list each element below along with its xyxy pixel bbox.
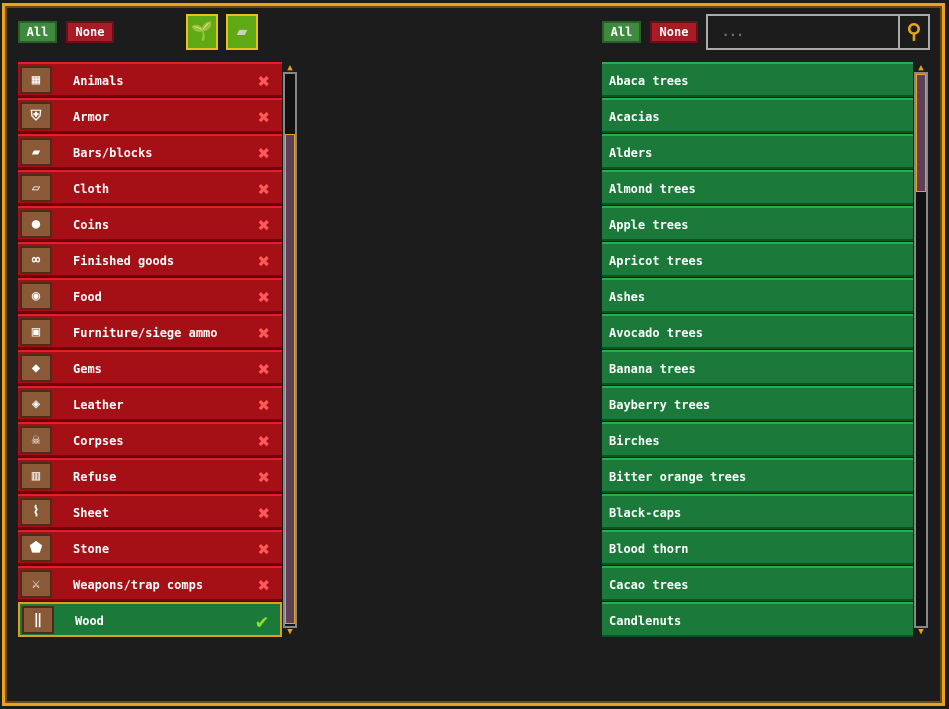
bar-icon: ▰	[20, 138, 52, 166]
category-row[interactable]: ◆ Gems ✖	[18, 350, 282, 385]
tree-row[interactable]: Birches	[602, 422, 913, 457]
category-row[interactable]: ◈ Leather ✖	[18, 386, 282, 421]
tree-row[interactable]: Apple trees	[602, 206, 913, 241]
category-label: Finished goods	[73, 254, 175, 268]
category-row[interactable]: ∞ Finished goods ✖	[18, 242, 282, 277]
skull-icon: ☠	[20, 426, 52, 454]
category-row[interactable]: ◉ Food ✖	[18, 278, 282, 313]
category-row[interactable]: ⚔ Weapons/trap comps ✖	[18, 566, 282, 601]
tree-row[interactable]: Alders	[602, 134, 913, 169]
category-label: Leather	[73, 398, 124, 412]
tree-row[interactable]: Bitter orange trees	[602, 458, 913, 493]
search-box: ⚲	[706, 14, 930, 50]
furniture-icon: ▣	[20, 318, 52, 346]
category-label: Refuse	[73, 470, 117, 484]
category-row[interactable]: ▣ Furniture/siege ammo ✖	[18, 314, 282, 349]
cross-icon[interactable]: ✖	[258, 388, 270, 422]
cross-icon[interactable]: ✖	[258, 316, 270, 350]
category-label: Wood	[75, 614, 104, 628]
category-label: Weapons/trap comps	[73, 578, 204, 592]
right-scroll-up-arrow-icon[interactable]: ▲	[914, 64, 928, 73]
category-row[interactable]: ⛨ Armor ✖	[18, 98, 282, 133]
left-scrollbar[interactable]	[283, 72, 297, 628]
category-label: Stone	[73, 542, 110, 556]
trash-icon: ▥	[20, 462, 52, 490]
logs-icon: ‖	[22, 606, 54, 634]
category-row[interactable]: ▰ Bars/blocks ✖	[18, 134, 282, 169]
tool-sapling-button[interactable]: 🌱	[186, 14, 218, 50]
cross-icon[interactable]: ✖	[258, 100, 270, 134]
tree-row[interactable]: Blood thorn	[602, 530, 913, 565]
cage-icon: ▦	[20, 66, 52, 94]
category-label: Corpses	[73, 434, 124, 448]
checkmark-icon[interactable]: ✔	[256, 604, 268, 638]
category-label: Coins	[73, 218, 110, 232]
right-none-button[interactable]: None	[650, 21, 698, 43]
category-row[interactable]: ⌇ Sheet ✖	[18, 494, 282, 529]
tree-row[interactable]: Bayberry trees	[602, 386, 913, 421]
cross-icon[interactable]: ✖	[258, 280, 270, 314]
cross-icon[interactable]: ✖	[258, 64, 270, 98]
tree-row[interactable]: Candlenuts	[602, 602, 913, 637]
category-row[interactable]: ▱ Cloth ✖	[18, 170, 282, 205]
food-icon: ◉	[20, 282, 52, 310]
sapling-icon: 🌱	[190, 21, 214, 42]
tree-row[interactable]: Abaca trees	[602, 62, 913, 97]
cross-icon[interactable]: ✖	[258, 352, 270, 386]
tree-row[interactable]: Ashes	[602, 278, 913, 313]
tree-row[interactable]: Black-caps	[602, 494, 913, 529]
armor-icon: ⛨	[20, 102, 52, 130]
metal-bar-icon: ▰	[236, 21, 248, 42]
stone-icon: ⬟	[20, 534, 52, 562]
scroll-down-arrow-icon[interactable]: ▼	[283, 628, 297, 637]
tool-metal-bar-button[interactable]: ▰	[226, 14, 258, 50]
scroll-up-arrow-icon[interactable]: ▲	[283, 64, 297, 73]
category-row[interactable]: ‖ Wood ✔	[18, 602, 282, 637]
right-scrollbar-thumb[interactable]	[916, 74, 926, 192]
category-row[interactable]: ⬟ Stone ✖	[18, 530, 282, 565]
magnifier-icon[interactable]: ⚲	[898, 16, 928, 48]
cross-icon[interactable]: ✖	[258, 172, 270, 206]
right-all-button[interactable]: All	[602, 21, 641, 43]
tree-row[interactable]: Banana trees	[602, 350, 913, 385]
category-label: Animals	[73, 74, 124, 88]
left-none-button[interactable]: None	[66, 21, 114, 43]
cross-icon[interactable]: ✖	[258, 568, 270, 602]
category-label: Gems	[73, 362, 102, 376]
tree-row[interactable]: Avocado trees	[602, 314, 913, 349]
sword-icon: ⚔	[20, 570, 52, 598]
category-label: Food	[73, 290, 102, 304]
gem-icon: ◆	[20, 354, 52, 382]
tree-row[interactable]: Cacao trees	[602, 566, 913, 601]
cross-icon[interactable]: ✖	[258, 244, 270, 278]
cross-icon[interactable]: ✖	[258, 496, 270, 530]
coins-icon: ●	[20, 210, 52, 238]
cloth-icon: ▱	[20, 174, 52, 202]
cross-icon[interactable]: ✖	[258, 424, 270, 458]
cross-icon[interactable]: ✖	[258, 136, 270, 170]
cross-icon[interactable]: ✖	[258, 208, 270, 242]
left-scrollbar-thumb[interactable]	[285, 134, 295, 624]
tree-row[interactable]: Acacias	[602, 98, 913, 133]
right-scroll-down-arrow-icon[interactable]: ▼	[914, 628, 928, 637]
search-input[interactable]	[722, 25, 892, 39]
tree-row[interactable]: Apricot trees	[602, 242, 913, 277]
category-label: Bars/blocks	[73, 146, 153, 160]
finished-goods-icon: ∞	[20, 246, 52, 274]
category-label: Sheet	[73, 506, 110, 520]
cross-icon[interactable]: ✖	[258, 460, 270, 494]
cross-icon[interactable]: ✖	[258, 532, 270, 566]
category-row[interactable]: ☠ Corpses ✖	[18, 422, 282, 457]
category-label: Furniture/siege ammo	[73, 326, 218, 340]
tree-row[interactable]: Almond trees	[602, 170, 913, 205]
leather-icon: ◈	[20, 390, 52, 418]
category-row[interactable]: ▦ Animals ✖	[18, 62, 282, 97]
scroll-icon: ⌇	[20, 498, 52, 526]
left-all-button[interactable]: All	[18, 21, 57, 43]
right-scrollbar[interactable]	[914, 72, 928, 628]
category-row[interactable]: ▥ Refuse ✖	[18, 458, 282, 493]
category-row[interactable]: ● Coins ✖	[18, 206, 282, 241]
category-label: Cloth	[73, 182, 110, 196]
category-label: Armor	[73, 110, 110, 124]
